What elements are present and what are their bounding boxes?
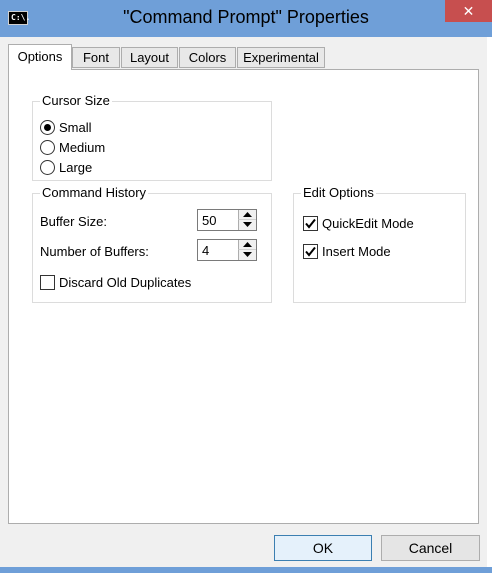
spin-down-button[interactable]: [238, 220, 256, 230]
command-history-title: Command History: [40, 185, 149, 200]
radio-button[interactable]: [40, 160, 55, 175]
cursor-size-group: Cursor Size Small Medium Large: [32, 93, 272, 181]
arrow-up-icon: [243, 242, 252, 247]
radio-label: Large: [59, 160, 93, 175]
tab-experimental[interactable]: Experimental: [237, 47, 325, 68]
background-window-edge: [487, 37, 492, 573]
cursor-size-title: Cursor Size: [40, 93, 112, 108]
spinner-buttons: [238, 210, 256, 230]
insert-mode-label: Insert Mode: [322, 244, 391, 259]
num-buffers-value[interactable]: 4: [202, 243, 209, 258]
tab-label: Options: [17, 49, 63, 64]
arrow-down-icon: [243, 222, 252, 227]
arrow-down-icon: [243, 252, 252, 257]
checkmark-icon: [305, 218, 316, 229]
radio-label: Small: [59, 120, 92, 135]
insert-mode-checkbox[interactable]: [303, 244, 318, 259]
title-bar[interactable]: C:\. "Command Prompt" Properties ✕: [0, 0, 492, 37]
tab-options[interactable]: Options: [8, 44, 72, 70]
edit-options-group: Edit Options QuickEdit Mode Insert Mode: [293, 185, 466, 303]
window-bottom-border: [0, 567, 492, 573]
buffer-size-value[interactable]: 50: [202, 213, 216, 228]
radio-label: Medium: [59, 140, 106, 155]
command-history-group: Command History Buffer Size: 50 Number o…: [32, 185, 272, 303]
tab-label: Experimental: [243, 50, 319, 65]
tab-label: Font: [82, 50, 109, 65]
spinner-buttons: [238, 240, 256, 260]
checkmark-icon: [305, 246, 316, 257]
edit-options-title: Edit Options: [301, 185, 376, 200]
window-title: "Command Prompt" Properties: [123, 7, 369, 27]
tab-layout[interactable]: Layout: [121, 47, 178, 68]
tab-colors[interactable]: Colors: [179, 47, 236, 68]
buffer-size-spinner[interactable]: 50: [197, 209, 257, 231]
spin-up-button[interactable]: [238, 210, 256, 220]
buffer-size-label: Buffer Size:: [40, 214, 107, 229]
options-panel: Cursor Size Small Medium Large Command H…: [8, 69, 479, 524]
radio-dot: [44, 124, 51, 131]
quickedit-checkbox[interactable]: [303, 216, 318, 231]
num-buffers-label: Number of Buffers:: [40, 244, 149, 259]
spin-up-button[interactable]: [238, 240, 256, 250]
dialog-body: Options Font Layout Colors Experimental …: [0, 37, 487, 567]
discard-duplicates-label: Discard Old Duplicates: [59, 275, 192, 290]
quickedit-label: QuickEdit Mode: [322, 216, 414, 231]
spin-down-button[interactable]: [238, 250, 256, 260]
radio-button[interactable]: [40, 120, 55, 135]
num-buffers-spinner[interactable]: 4: [197, 239, 257, 261]
arrow-up-icon: [243, 212, 252, 217]
properties-window: C:\. "Command Prompt" Properties ✕ Optio…: [0, 0, 492, 573]
tab-label: Layout: [129, 50, 170, 65]
tab-font[interactable]: Font: [72, 47, 120, 68]
cancel-button[interactable]: Cancel: [381, 535, 480, 561]
close-button[interactable]: ✕: [445, 0, 492, 22]
ok-button[interactable]: OK: [274, 535, 372, 561]
tab-label: Colors: [188, 50, 227, 65]
discard-duplicates-checkbox[interactable]: [40, 275, 55, 290]
radio-button[interactable]: [40, 140, 55, 155]
